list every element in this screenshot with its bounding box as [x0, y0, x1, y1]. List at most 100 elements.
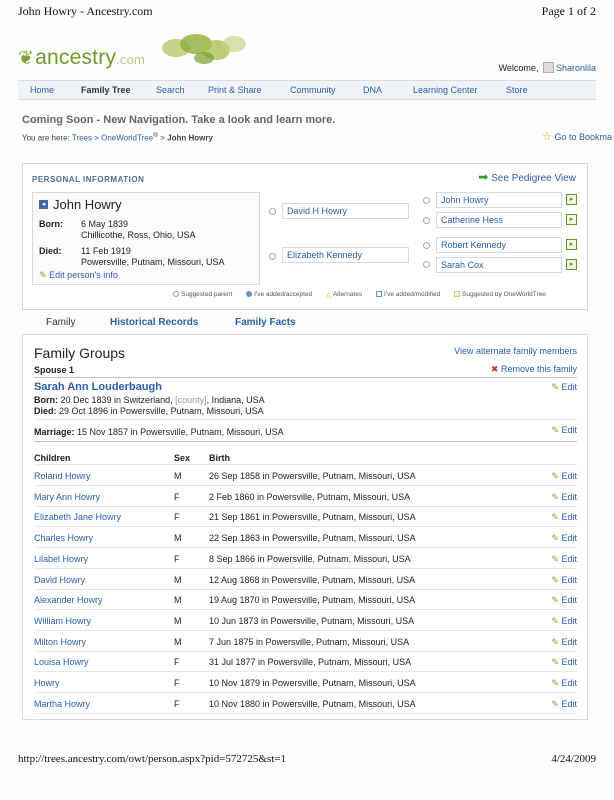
- forward-arrow-icon[interactable]: ▸: [566, 239, 577, 250]
- grandparent-1[interactable]: John Howry: [436, 192, 562, 208]
- child-name-link[interactable]: Charles Howry: [34, 533, 93, 543]
- edit-label: Edit: [561, 425, 577, 435]
- nav-print-share[interactable]: Print & Share: [208, 85, 262, 95]
- born-date: 6 May 1839: [81, 219, 129, 229]
- grandparent-radio[interactable]: [423, 261, 430, 268]
- child-name-link[interactable]: Mary Ann Howry: [34, 492, 100, 502]
- grandparent-3[interactable]: Robert Kennedy: [436, 237, 562, 253]
- nav-dna[interactable]: DNA: [363, 85, 382, 95]
- edit-child-link[interactable]: ✎ Edit: [551, 637, 577, 648]
- edit-label: Edit: [561, 595, 577, 606]
- child-name-link[interactable]: Elizabeth Jane Howry: [34, 512, 121, 522]
- edit-person-link[interactable]: ✎ Edit person's info: [39, 270, 118, 281]
- edit-child-link[interactable]: ✎ Edit: [551, 678, 577, 689]
- print-date: 4/24/2009: [551, 753, 596, 765]
- ancestry-logo[interactable]: ❦ancestry.com: [18, 46, 145, 70]
- print-header: John Howry - Ancestry.com Page 1 of 2: [18, 4, 596, 20]
- born-county: [county]: [175, 395, 207, 405]
- breadcrumb-trees[interactable]: Trees: [72, 134, 92, 143]
- edit-child-link[interactable]: ✎ Edit: [551, 699, 577, 710]
- pencil-icon: ✎: [551, 491, 559, 502]
- logo-text: ancestry: [35, 46, 117, 69]
- spouse-name-link[interactable]: Sarah Ann Louderbaugh: [34, 381, 162, 393]
- remove-family-link[interactable]: ✖ Remove this family: [491, 364, 577, 375]
- edit-label: Edit: [561, 574, 577, 585]
- star-icon: ☆: [542, 131, 552, 143]
- edit-child-link[interactable]: ✎ Edit: [551, 575, 577, 586]
- child-name-link[interactable]: Alexander Howry: [34, 595, 103, 605]
- edit-label: Edit: [561, 512, 577, 523]
- grandparent-radio[interactable]: [423, 242, 430, 249]
- forward-arrow-icon[interactable]: ▸: [566, 259, 577, 270]
- pedigree-view-link[interactable]: ➡ See Pedigree View: [478, 170, 576, 184]
- child-sex: M: [174, 574, 182, 585]
- pencil-icon: ✎: [551, 553, 559, 564]
- child-name-link[interactable]: Milton Howry: [34, 637, 86, 647]
- child-sex: M: [174, 636, 182, 647]
- child-row: Howry F 10 Nov 1879 in Powersville, Putnam…: [34, 673, 577, 693]
- legend-item: I've added/accepted: [246, 291, 312, 298]
- nav-community[interactable]: Community: [290, 85, 336, 95]
- username-link[interactable]: Sharonlila: [556, 63, 596, 73]
- marriage-label: Marriage:: [34, 427, 75, 437]
- square-icon: [376, 291, 383, 297]
- parent-radio[interactable]: [269, 253, 276, 260]
- edit-child-link[interactable]: ✎ Edit: [551, 533, 577, 544]
- child-name-link[interactable]: David Howry: [34, 575, 85, 585]
- child-sex: F: [174, 698, 180, 709]
- edit-child-link[interactable]: ✎ Edit: [551, 616, 577, 627]
- child-birth: 22 Sep 1863 in Powersville, Putnam, Miss…: [209, 533, 416, 544]
- alternate-family-link[interactable]: View alternate family members: [454, 346, 577, 356]
- child-name-link[interactable]: Louisa Howry: [34, 657, 89, 667]
- pencil-icon: ✎: [551, 574, 559, 585]
- forward-arrow-icon[interactable]: ▸: [566, 194, 577, 205]
- edit-label: Edit: [561, 382, 577, 392]
- bookmark-label: Go to Bookma: [554, 132, 612, 142]
- grandparent-radio[interactable]: [423, 197, 430, 204]
- forward-arrow-icon[interactable]: ▸: [566, 214, 577, 225]
- edit-spouse-link[interactable]: ✎ Edit: [551, 382, 577, 393]
- parent-mother[interactable]: Elizabeth Kennedy: [282, 247, 409, 263]
- child-name-link[interactable]: Lilabel Howry: [34, 554, 88, 564]
- edit-child-link[interactable]: ✎ Edit: [551, 492, 577, 503]
- print-title: John Howry - Ancestry.com: [18, 4, 153, 18]
- child-sex: F: [174, 553, 180, 564]
- child-name-link[interactable]: Martha Howry: [34, 699, 90, 709]
- promo-banner[interactable]: Coming Soon - New Navigation. Take a loo…: [22, 114, 335, 126]
- edit-child-link[interactable]: ✎ Edit: [551, 595, 577, 606]
- legend-label: I've added/accepted: [254, 291, 313, 298]
- edit-child-link[interactable]: ✎ Edit: [551, 554, 577, 565]
- back-arrow-icon[interactable]: ◂: [39, 200, 48, 209]
- nav-store[interactable]: Store: [506, 85, 528, 95]
- bookmark-link[interactable]: ☆ Go to Bookma: [542, 130, 612, 143]
- parent-father[interactable]: David H Howry: [282, 203, 409, 219]
- breadcrumb-tree[interactable]: OneWorldTree: [101, 134, 153, 143]
- grandparent-2[interactable]: Catherine Hess: [436, 212, 562, 228]
- parent-radio[interactable]: [269, 208, 276, 215]
- nav-learning-center[interactable]: Learning Center: [413, 85, 478, 95]
- spouse-born: Born: 20 Dec 1839 in Switzerland, [count…: [34, 395, 265, 405]
- tab-family-facts[interactable]: Family Facts: [235, 317, 296, 328]
- nav-home[interactable]: Home: [30, 85, 54, 95]
- edit-label: Edit: [561, 657, 577, 668]
- tab-family[interactable]: Family: [46, 317, 75, 328]
- edit-child-link[interactable]: ✎ Edit: [551, 471, 577, 482]
- edit-marriage-link[interactable]: ✎ Edit: [551, 425, 577, 436]
- edit-child-link[interactable]: ✎ Edit: [551, 657, 577, 668]
- edit-child-link[interactable]: ✎ Edit: [551, 512, 577, 523]
- tab-historical-records[interactable]: Historical Records: [110, 317, 198, 328]
- grandparent-radio[interactable]: [423, 217, 430, 224]
- leaf-logo-icon: ❦: [18, 48, 35, 69]
- legend-label: I've added/modified: [384, 291, 441, 298]
- child-row: Alexander Howry M 19 Aug 1870 in Powersvil…: [34, 590, 577, 611]
- nav-family-tree[interactable]: Family Tree: [81, 85, 131, 95]
- personal-info-title: PERSONAL INFORMATION: [32, 175, 145, 184]
- child-sex: M: [174, 533, 182, 544]
- child-name-link[interactable]: William Howry: [34, 616, 91, 626]
- child-name-link[interactable]: Roland Howry: [34, 471, 91, 481]
- nav-search[interactable]: Search: [156, 85, 185, 95]
- child-name-link[interactable]: Howry: [34, 678, 60, 688]
- edit-label: Edit: [561, 533, 577, 544]
- pencil-icon: ✎: [551, 425, 559, 435]
- grandparent-4[interactable]: Sarah Cox: [436, 257, 562, 273]
